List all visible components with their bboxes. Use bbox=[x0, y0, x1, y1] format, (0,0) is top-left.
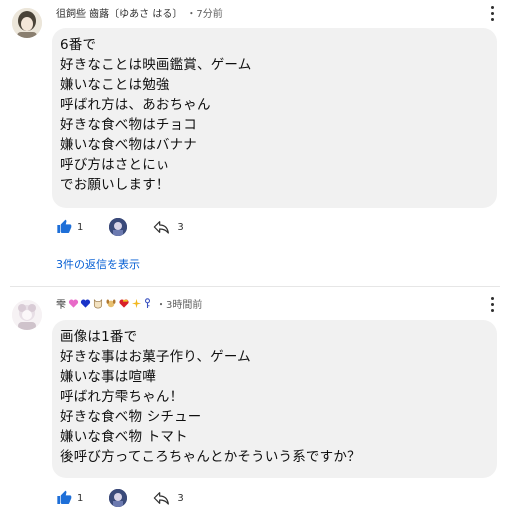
reply-count: 3 bbox=[177, 221, 184, 233]
comment-text-line: 6番で bbox=[60, 37, 97, 53]
comment-text-line: 嫌いな食べ物 トマト bbox=[60, 429, 188, 445]
thumbs-up-icon bbox=[57, 490, 72, 504]
comment-text-line: 嫌いな事は喧嘩 bbox=[60, 369, 156, 385]
comment-text-line: でお願いします！ bbox=[60, 177, 170, 193]
comment-text-line: 嫌いなことは勉強 bbox=[60, 77, 170, 93]
like-count: 1 bbox=[77, 492, 84, 504]
comment-text-line: 呼ばれ方は、あおちゃん bbox=[60, 97, 211, 113]
comment-header: 徂飼些 齒蕗〔ゆあさ はる〕 ・7分前 bbox=[56, 5, 223, 20]
comment-actions: 1 3 bbox=[56, 216, 184, 238]
heart-bow-icon bbox=[119, 299, 129, 308]
reply-arrow-icon bbox=[154, 221, 170, 234]
comment-actions: 1 3 bbox=[56, 487, 184, 509]
dog-face-icon bbox=[106, 299, 116, 308]
comment-text-line: 後呼び方ってころちゃんとかそういう系ですか？ bbox=[60, 449, 361, 465]
comment-text-line: 好きな事はお菓子作り、ゲーム bbox=[60, 349, 251, 365]
author-avatar[interactable] bbox=[12, 300, 42, 330]
comment-header: 雫 ・3時間前 bbox=[56, 296, 202, 311]
author-avatar[interactable] bbox=[12, 8, 42, 38]
timestamp[interactable]: ・7分前 bbox=[186, 5, 222, 20]
comment-text-line: 呼び方はさとにぃ bbox=[60, 157, 170, 173]
like-button[interactable]: 1 bbox=[56, 490, 83, 506]
key-icon bbox=[144, 298, 151, 308]
view-replies-link[interactable]: 3件の返信を表示 bbox=[56, 256, 140, 272]
blue-heart-icon bbox=[80, 299, 91, 308]
thumbs-up-icon bbox=[57, 219, 72, 233]
cat-face-icon bbox=[93, 298, 103, 309]
comment-text-line: 画像は1番で bbox=[60, 329, 138, 345]
sparkle-icon bbox=[131, 298, 142, 309]
comment-text-line: 好きな食べ物はチョコ bbox=[60, 117, 197, 133]
divider bbox=[10, 286, 500, 287]
reply-button[interactable]: 3 bbox=[153, 220, 184, 234]
reply-arrow-icon bbox=[154, 492, 170, 505]
comment-body: 6番で 好きなことは映画鑑賞、ゲーム 嫌いなことは勉強 呼ばれ方は、あおちゃん … bbox=[52, 28, 497, 208]
more-options-icon[interactable] bbox=[483, 2, 501, 24]
more-options-icon[interactable] bbox=[483, 293, 501, 315]
like-count: 1 bbox=[77, 221, 84, 233]
timestamp[interactable]: ・3時間前 bbox=[156, 296, 202, 311]
author-emoji-badges bbox=[68, 298, 152, 309]
pink-heart-icon bbox=[68, 299, 79, 308]
author-name[interactable]: 雫 bbox=[56, 296, 152, 311]
comment-text-line: 好きな食べ物 シチュー bbox=[60, 409, 202, 425]
creator-heart-avatar[interactable] bbox=[109, 218, 128, 236]
comment-text-line: 好きなことは映画鑑賞、ゲーム bbox=[60, 57, 252, 73]
author-name-prefix: 雫 bbox=[56, 300, 66, 311]
creator-heart-avatar[interactable] bbox=[109, 489, 128, 507]
comment-2: 雫 ・3時間前 画像は1番で 好きな事はお菓子作り、ゲーム 嫌いな事は喧嘩 呼ば… bbox=[0, 290, 511, 512]
like-button[interactable]: 1 bbox=[56, 219, 83, 235]
reply-count: 3 bbox=[177, 492, 184, 504]
comment-text-line: 呼ばれ方雫ちゃん！ bbox=[60, 389, 184, 405]
comment-body: 画像は1番で 好きな事はお菓子作り、ゲーム 嫌いな事は喧嘩 呼ばれ方雫ちゃん！ … bbox=[52, 320, 497, 478]
comment-text-line: 嫌いな食べ物はバナナ bbox=[60, 137, 197, 153]
reply-button[interactable]: 3 bbox=[153, 491, 184, 505]
comment-1: 徂飼些 齒蕗〔ゆあさ はる〕 ・7分前 6番で 好きなことは映画鑑賞、ゲーム 嫌… bbox=[0, 0, 511, 290]
author-name[interactable]: 徂飼些 齒蕗〔ゆあさ はる〕 bbox=[56, 5, 182, 20]
